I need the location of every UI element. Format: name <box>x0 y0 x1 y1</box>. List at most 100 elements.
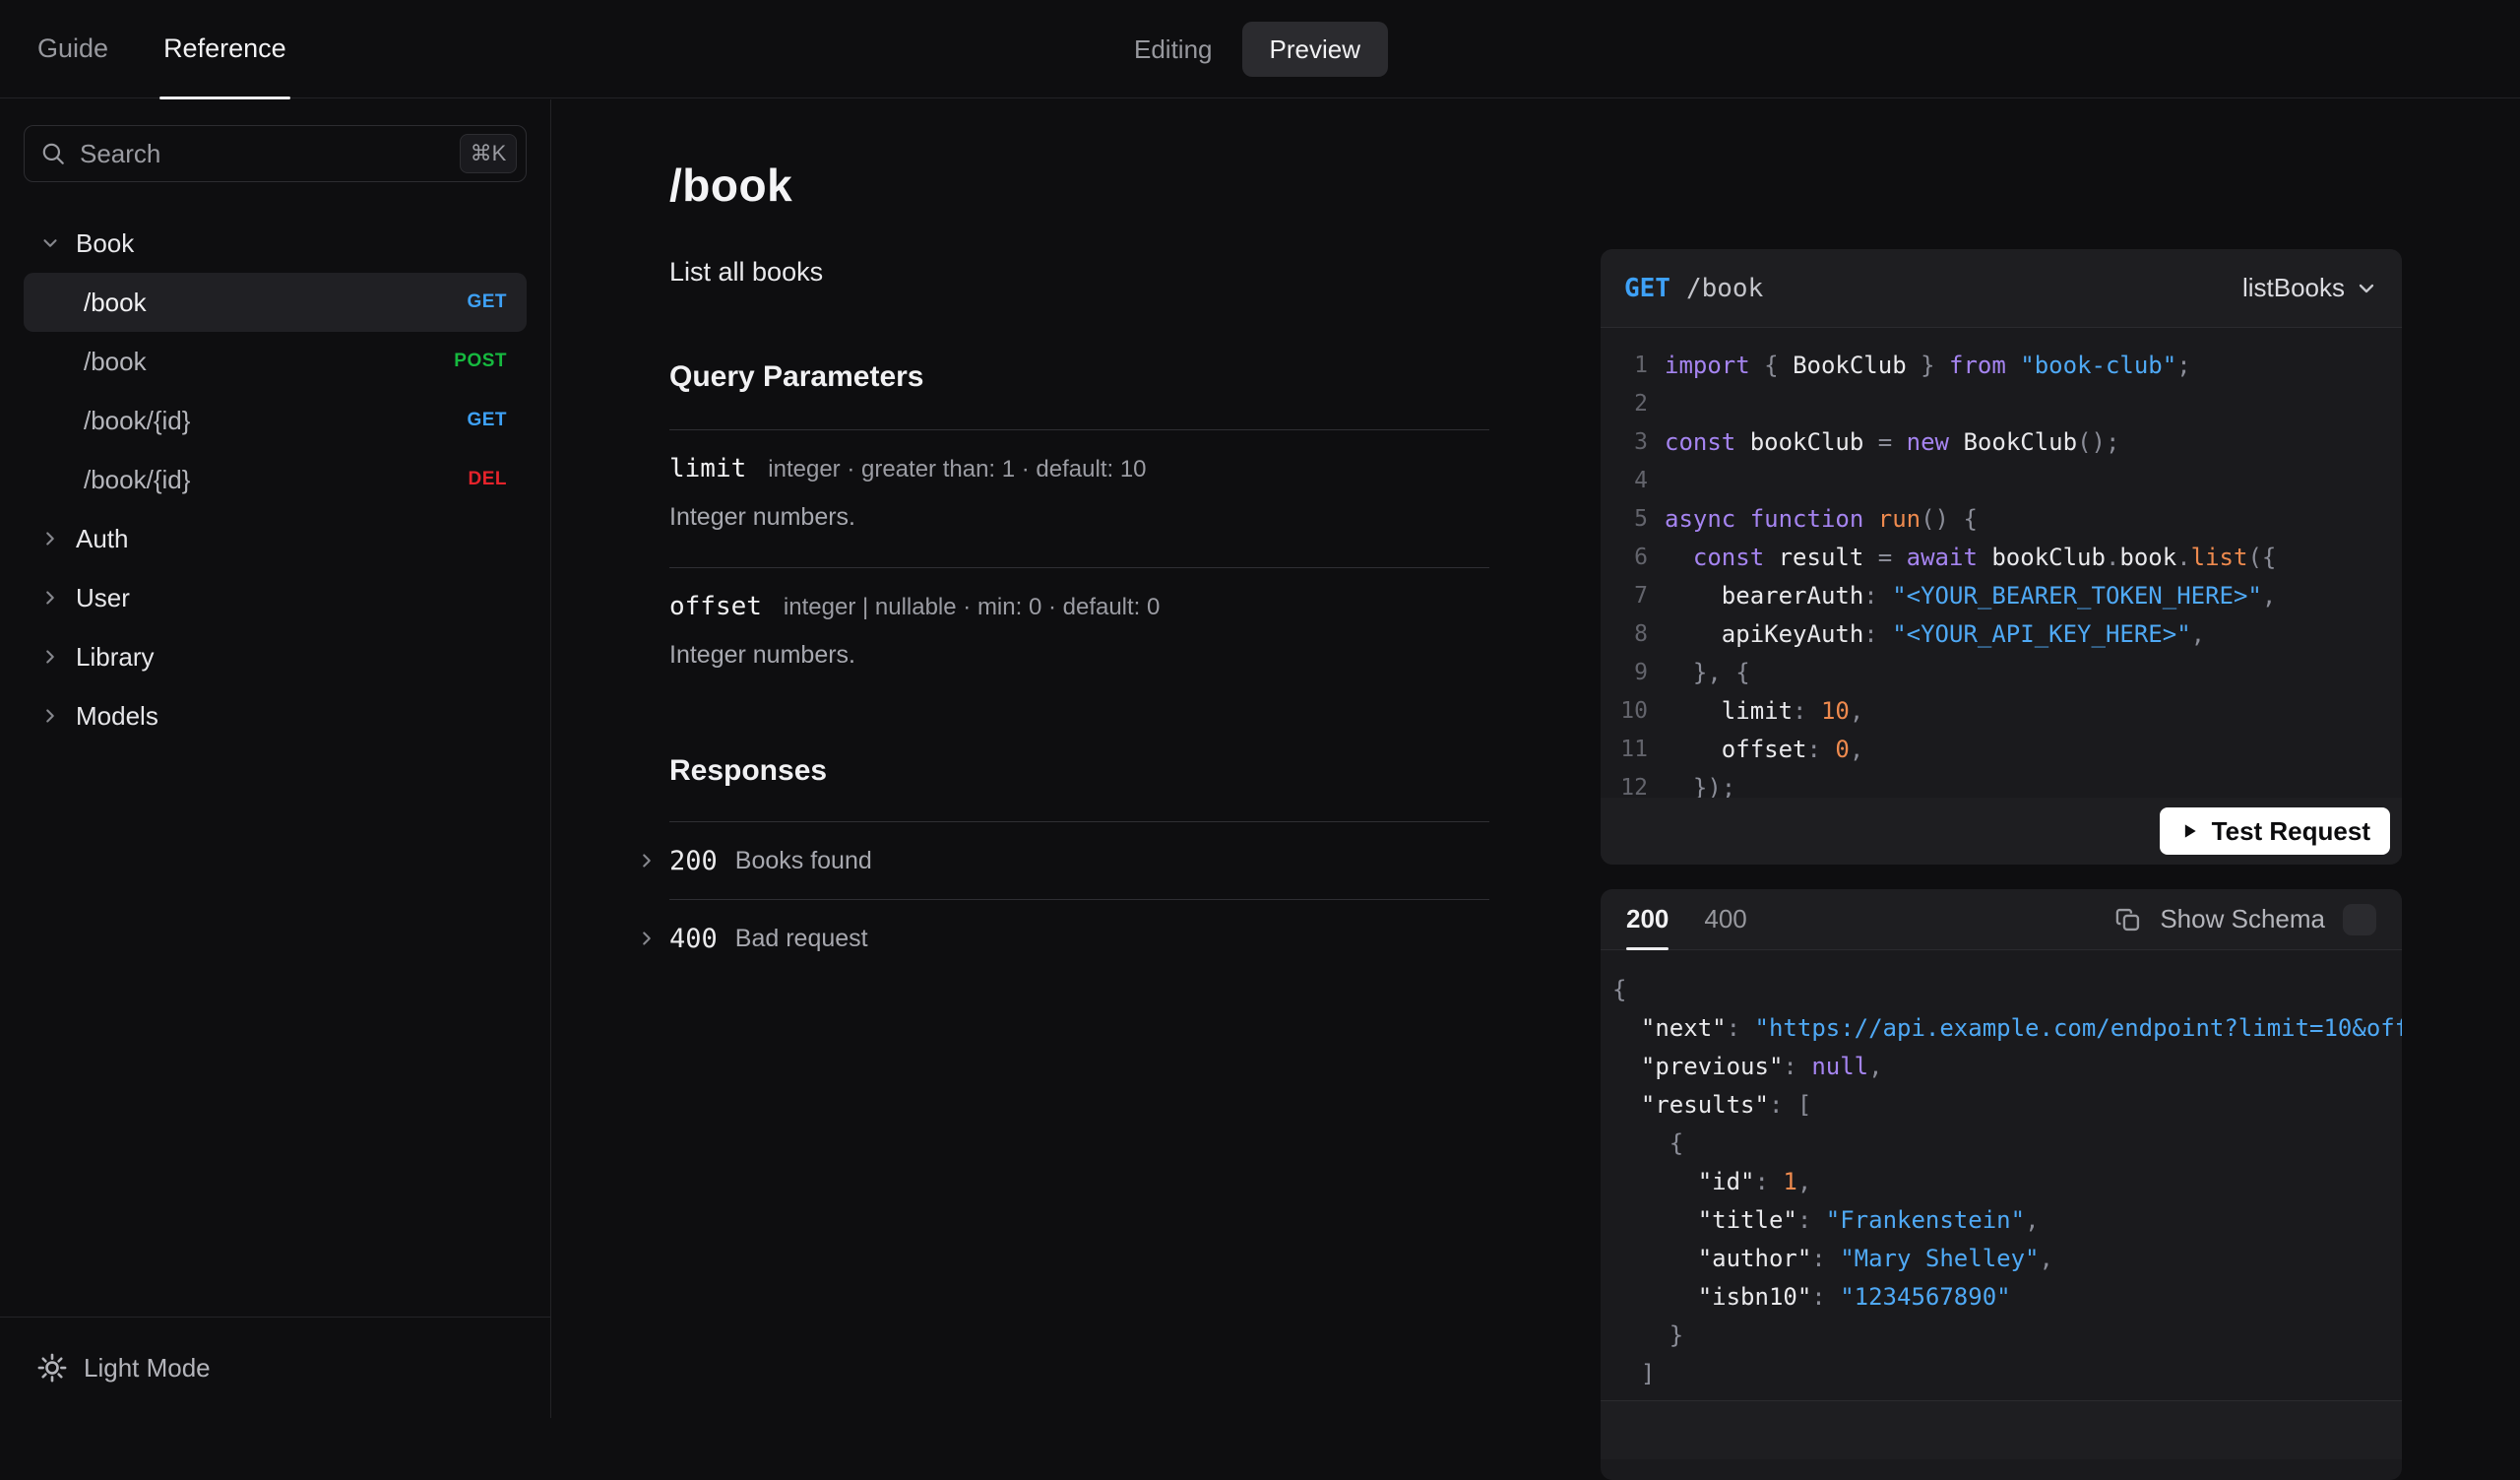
sidebar-group-book[interactable]: Book <box>24 214 527 273</box>
responses-list: 200 Books found 400 Bad request <box>643 821 1489 977</box>
line-number: 5 <box>1634 505 1648 532</box>
code-tokens: const bookClub = new BookClub(); <box>1665 427 2120 456</box>
tab-guide[interactable]: Guide <box>37 0 108 98</box>
line-number: 9 <box>1634 659 1648 685</box>
code-tokens: import { BookClub } from "book-club"; <box>1665 351 2191 379</box>
test-request-button[interactable]: Test Request <box>2159 807 2390 855</box>
command-k-badge: ⌘K <box>460 134 517 173</box>
json-line: "previous": null, <box>1612 1047 2402 1085</box>
responses-heading: Responses <box>669 754 828 787</box>
sidebar-item-get-book[interactable]: /book GET <box>24 273 527 332</box>
code-line: 12 }); <box>1612 768 2402 799</box>
code-line: 1 import { BookClub } from "book-club"; <box>1612 346 2402 384</box>
code-tokens: ] <box>1612 1359 1656 1387</box>
line-number: 7 <box>1634 582 1648 609</box>
param-name: limit <box>669 454 747 483</box>
chevron-down-icon <box>2355 277 2378 300</box>
query-params-list: limit integer · greater than: 1 · default… <box>669 429 1489 670</box>
sidebar-group-user[interactable]: User <box>24 568 527 627</box>
divider <box>669 429 1489 430</box>
sidebar-item-get-bookid[interactable]: /book/{id} GET <box>24 391 527 450</box>
search-placeholder: Search <box>80 138 161 168</box>
sidebar-group-models[interactable]: Models <box>24 686 527 745</box>
json-line: { <box>1612 970 2402 1008</box>
chevron-right-icon <box>39 646 61 668</box>
example-panel: GET /book listBooks 1 import { BookClub }… <box>1601 249 2402 1480</box>
json-line: "title": "Frankenstein", <box>1612 1200 2402 1239</box>
sidebar-group-label: Models <box>76 700 158 731</box>
param-meta: integer | nullable · min: 0 · default: 0 <box>783 594 1161 620</box>
endpoint-path: /book/{id} <box>84 464 191 494</box>
param-meta: integer · greater than: 1 · default: 10 <box>768 456 1147 483</box>
code-line: 5 async function run() { <box>1612 499 2402 538</box>
code-tokens: const result = await bookClub.book.list(… <box>1692 543 2277 571</box>
response-example-card: 200 400 Show Schema { "next": "https://a… <box>1601 889 2402 1480</box>
sidebar-item-del-bookid[interactable]: /book/{id} DEL <box>24 450 527 509</box>
top-bar: Guide Reference Editing Preview <box>0 0 2520 99</box>
sidebar-group-library[interactable]: Library <box>24 627 527 686</box>
chevron-right-icon <box>39 705 61 727</box>
code-tokens: }, { <box>1665 658 1750 686</box>
code-tokens: }); <box>1665 773 1736 799</box>
response-tab-400[interactable]: 400 <box>1704 889 1746 950</box>
chevron-right-icon <box>636 928 658 949</box>
divider <box>669 567 1489 568</box>
code-sample: 1 import { BookClub } from "book-club"; 2 3… <box>1601 328 2402 799</box>
editing-toggle[interactable]: Editing <box>1134 34 1213 65</box>
endpoint-summary: List all books <box>669 257 824 287</box>
response-tools: Show Schema <box>2114 903 2376 935</box>
sidebar-group-label: User <box>76 582 130 612</box>
json-line: "results": [ <box>1612 1085 2402 1124</box>
code-tokens: "id": 1, <box>1697 1167 1812 1195</box>
show-schema-label: Show Schema <box>2160 904 2325 933</box>
code-tokens: "isbn10": "1234567890" <box>1697 1282 2011 1311</box>
param-description: Integer numbers. <box>669 503 855 531</box>
response-code: 200 <box>669 845 718 876</box>
sidebar-nav: Book/book GET/book POST/book/{id} GET/book/… <box>0 214 550 745</box>
method-badge: GET <box>467 291 507 312</box>
line-number: 6 <box>1634 544 1648 570</box>
line-number: 1 <box>1634 352 1648 378</box>
search-input[interactable]: Search ⌘K <box>24 125 527 182</box>
sidebar-item-post-book[interactable]: /book POST <box>24 332 527 391</box>
json-line: "id": 1, <box>1612 1162 2402 1200</box>
response-tab-200[interactable]: 200 <box>1626 889 1670 950</box>
request-method: GET <box>1624 273 1670 303</box>
line-number: 3 <box>1634 428 1648 455</box>
sidebar: Search ⌘K Book/book GET/book POST/book/{id… <box>0 99 551 1418</box>
param-row: limit integer · greater than: 1 · default… <box>669 454 1489 483</box>
sidebar-group-auth[interactable]: Auth <box>24 509 527 568</box>
play-icon <box>2179 821 2199 841</box>
request-card-header: GET /book listBooks <box>1601 249 2402 328</box>
tab-reference[interactable]: Reference <box>159 0 290 99</box>
code-tokens: "author": "Mary Shelley", <box>1697 1244 2053 1272</box>
response-label: Bad request <box>734 924 868 952</box>
sidebar-group-label: Auth <box>76 523 129 553</box>
theme-switcher[interactable]: Light Mode <box>0 1317 550 1418</box>
code-tokens: } <box>1612 1320 1684 1349</box>
json-line: ] <box>1612 1354 2402 1392</box>
response-row-400[interactable]: 400 Bad request <box>643 900 1489 977</box>
json-line: } <box>1612 1316 2402 1354</box>
sidebar-group-label: Book <box>76 227 135 258</box>
code-tokens: async function run() { <box>1665 504 1978 533</box>
json-line: "next": "https://api.example.com/endpoin… <box>1612 1008 2402 1047</box>
line-number: 11 <box>1620 736 1648 762</box>
show-schema-toggle[interactable] <box>2343 903 2376 935</box>
operation-select[interactable]: listBooks <box>2242 273 2378 303</box>
preview-toggle[interactable]: Preview <box>1241 22 1388 77</box>
line-number: 10 <box>1620 697 1648 724</box>
mode-toggle: Editing Preview <box>1134 0 1388 98</box>
request-card-footer: Test Request <box>1601 798 2402 865</box>
json-line: "isbn10": "1234567890" <box>1612 1277 2402 1316</box>
response-card-header: 200 400 Show Schema <box>1601 889 2402 950</box>
response-code: 400 <box>669 923 718 954</box>
response-card-footer <box>1601 1400 2402 1459</box>
code-tokens: offset: 0, <box>1721 735 1864 763</box>
code-line: 11 offset: 0, <box>1612 730 2402 768</box>
operation-label: listBooks <box>2241 273 2345 302</box>
copy-icon[interactable] <box>2114 906 2142 933</box>
chevron-right-icon <box>39 587 61 609</box>
response-row-200[interactable]: 200 Books found <box>643 822 1489 899</box>
param-row: offset integer | nullable · min: 0 · defa… <box>669 592 1489 621</box>
